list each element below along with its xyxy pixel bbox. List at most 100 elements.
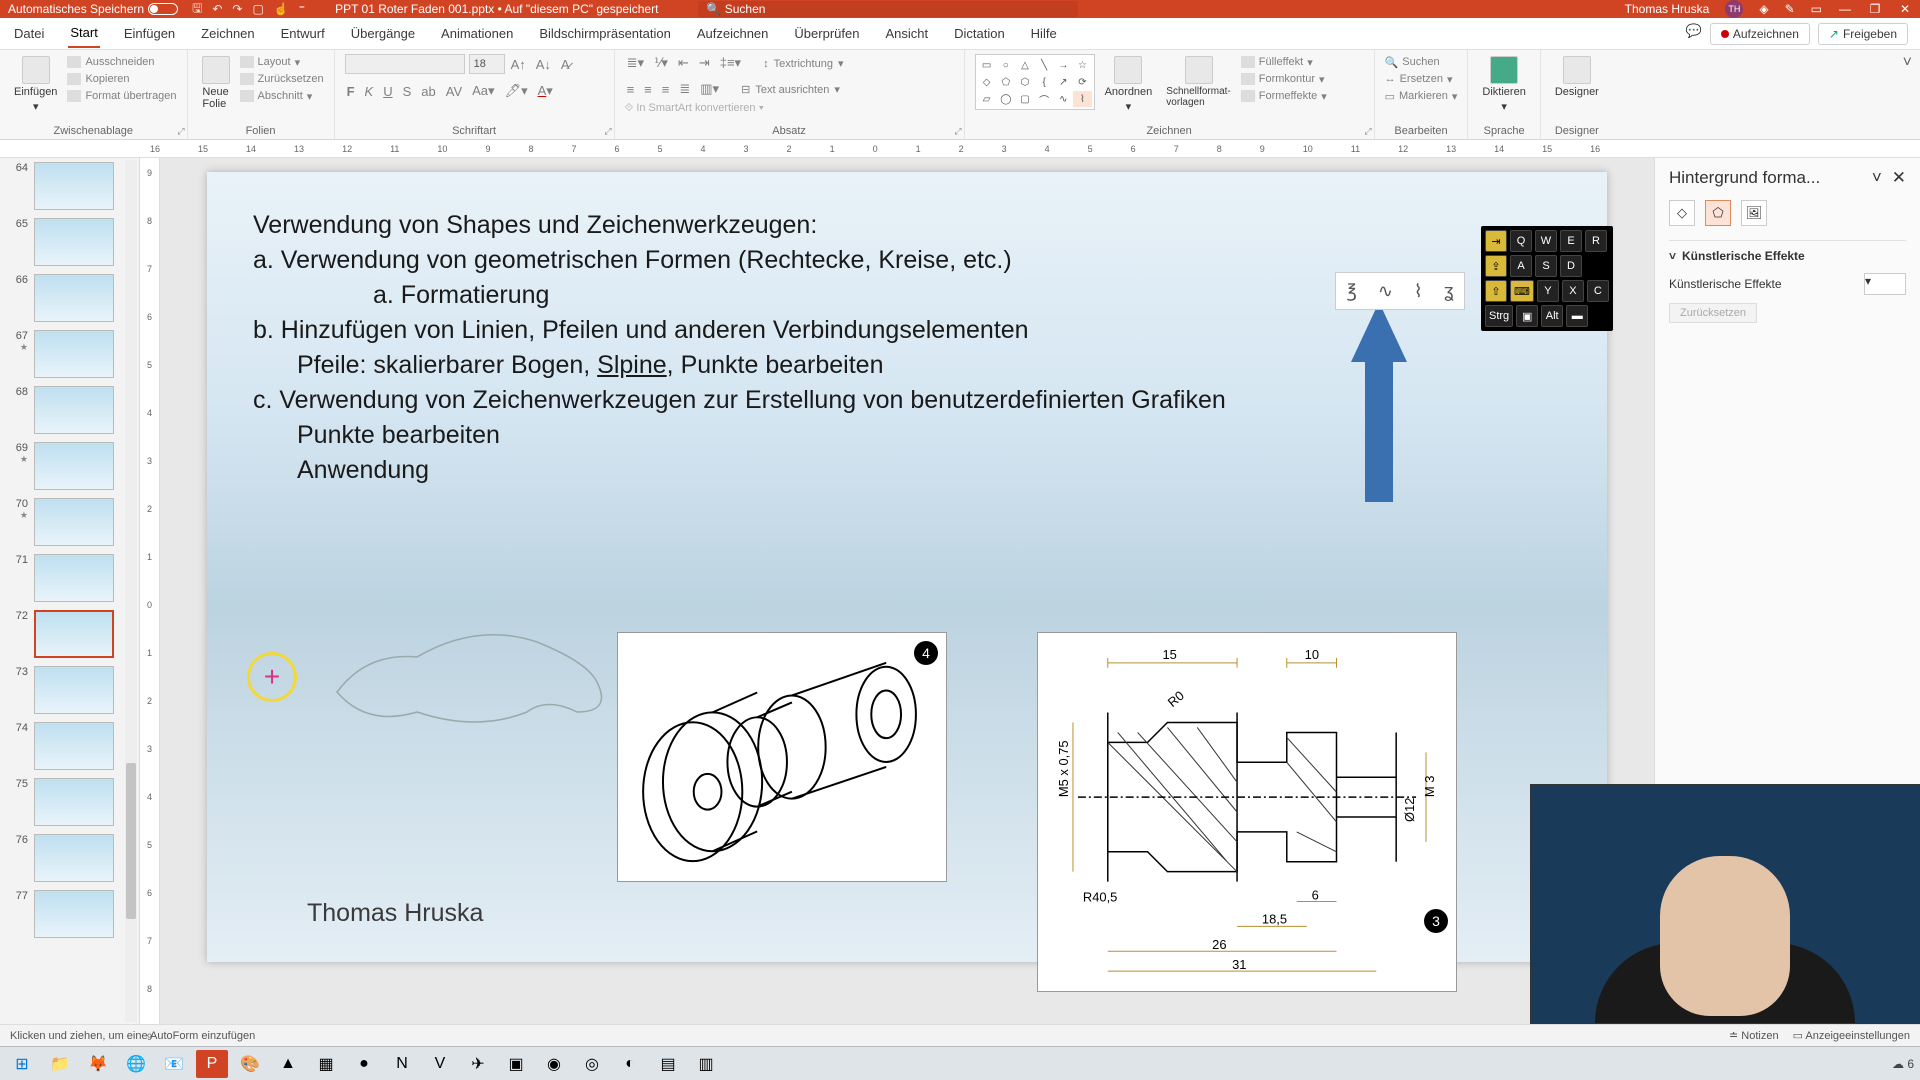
document-name[interactable]: PPT 01 Roter Faden 001.pptx • Auf "diese… xyxy=(335,2,658,16)
font-color-icon[interactable]: A▾ xyxy=(536,82,555,100)
thumbnail-73[interactable]: 73 xyxy=(10,666,129,714)
tab-zeichnen[interactable]: Zeichnen xyxy=(199,20,256,47)
comments-icon[interactable]: 💬 xyxy=(1686,23,1702,45)
collapse-ribbon-icon[interactable]: ˅ xyxy=(1895,50,1920,139)
new-slide-button[interactable]: Neue Folie xyxy=(198,54,234,112)
telegram-icon[interactable]: ✈ xyxy=(462,1050,494,1078)
thumbnail-66[interactable]: 66 xyxy=(10,274,129,322)
window-ribbon-icon[interactable]: ▭ xyxy=(1811,2,1822,16)
thumbnail-70[interactable]: 70★ xyxy=(10,498,129,546)
app-icon[interactable]: 🎨 xyxy=(234,1050,266,1078)
explorer-icon[interactable]: 📁 xyxy=(44,1050,76,1078)
replace-button[interactable]: ↔ Ersetzen ▾ xyxy=(1385,71,1458,87)
start-button[interactable]: ⊞ xyxy=(6,1050,38,1078)
slide-canvas[interactable]: Verwendung von Shapes und Zeichenwerkzeu… xyxy=(160,158,1654,1024)
undo-icon[interactable]: ↶ xyxy=(212,2,222,16)
app-icon[interactable]: ▣ xyxy=(500,1050,532,1078)
clear-format-icon[interactable]: A̷ xyxy=(559,56,572,73)
close-button[interactable]: ✕ xyxy=(1898,2,1912,16)
app-icon[interactable]: ◎ xyxy=(576,1050,608,1078)
shrink-font-icon[interactable]: A↓ xyxy=(534,56,553,73)
tab-aufzeichnen[interactable]: Aufzeichnen xyxy=(695,20,771,47)
app-icon[interactable]: ▦ xyxy=(310,1050,342,1078)
thumbnail-69[interactable]: 69★ xyxy=(10,442,129,490)
tab-ueberpruefen[interactable]: Überprüfen xyxy=(792,20,861,47)
clipboard-launcher[interactable]: ⤢ xyxy=(177,126,184,137)
thumbnail-77[interactable]: 77 xyxy=(10,890,129,938)
thumbnail-65[interactable]: 65 xyxy=(10,218,129,266)
fill-button[interactable]: Fülleffekt ▾ xyxy=(1241,54,1327,70)
user-name[interactable]: Thomas Hruska xyxy=(1625,2,1710,16)
bullets-icon[interactable]: ≣▾ xyxy=(625,54,646,72)
weather-icon[interactable]: ☁ 6 xyxy=(1892,1057,1914,1071)
text-direction-button[interactable]: ↕ Textrichtung ▾ xyxy=(761,56,845,71)
spacing-icon[interactable]: AV xyxy=(444,83,464,100)
taskbar[interactable]: ⊞ 📁 🦊 🌐 📧 P 🎨 ▲ ▦ ● N V ✈ ▣ ◉ ◎ ◐ ▤ ▥ ☁ … xyxy=(0,1046,1920,1080)
font-launcher[interactable]: ⤢ xyxy=(604,126,611,137)
obs-icon[interactable]: ◉ xyxy=(538,1050,570,1078)
fill-tab-icon[interactable]: ◇ xyxy=(1669,200,1695,226)
app-icon[interactable]: ● xyxy=(348,1050,380,1078)
panel-close-icon[interactable]: ✕ xyxy=(1892,168,1906,187)
thumbnail-72[interactable]: 72 xyxy=(10,610,129,658)
redo-icon[interactable]: ↷ xyxy=(232,2,242,16)
search-box[interactable]: 🔍 Suchen xyxy=(698,1,1078,17)
align-left-icon[interactable]: ≡ xyxy=(625,81,637,98)
notes-button[interactable]: ≐ Notizen xyxy=(1729,1029,1779,1042)
chrome-icon[interactable]: 🌐 xyxy=(120,1050,152,1078)
tab-einfuegen[interactable]: Einfügen xyxy=(122,20,177,47)
italic-icon[interactable]: K xyxy=(363,83,376,100)
share-button[interactable]: ↗Freigeben xyxy=(1818,23,1908,45)
maximize-button[interactable]: ❐ xyxy=(1868,2,1882,16)
highlight-icon[interactable]: 🖊▾ xyxy=(503,82,530,100)
app-icon[interactable]: ◐ xyxy=(614,1050,646,1078)
tab-hilfe[interactable]: Hilfe xyxy=(1029,20,1059,47)
shadow-icon[interactable]: ab xyxy=(419,83,437,100)
section-artistic-effects[interactable]: ˅ Künstlerische Effekte xyxy=(1669,249,1906,263)
avatar[interactable]: TH xyxy=(1725,0,1743,18)
align-right-icon[interactable]: ≡ xyxy=(660,81,672,98)
thumbnail-71[interactable]: 71 xyxy=(10,554,129,602)
outlook-icon[interactable]: 📧 xyxy=(158,1050,190,1078)
thumbnail-76[interactable]: 76 xyxy=(10,834,129,882)
display-settings-button[interactable]: ▭ Anzeigeeinstellungen xyxy=(1793,1029,1910,1042)
effects-tab-icon[interactable]: ⬠ xyxy=(1705,200,1731,226)
dictate-button[interactable]: Diktieren▾ xyxy=(1478,54,1529,115)
columns-icon[interactable]: ▥▾ xyxy=(698,80,721,98)
thumbnail-68[interactable]: 68 xyxy=(10,386,129,434)
indent-icon[interactable]: ⇥ xyxy=(697,54,712,72)
app-icon[interactable]: ▤ xyxy=(652,1050,684,1078)
designer-button[interactable]: Designer xyxy=(1551,54,1603,100)
outdent-icon[interactable]: ⇤ xyxy=(676,54,691,72)
shapes-gallery[interactable]: ▭○△╲→☆ ◇⬠⬡{↗⟳ ▱◯▢⌒∿⌇ xyxy=(975,54,1095,110)
grow-font-icon[interactable]: A↑ xyxy=(509,56,528,73)
tab-ansicht[interactable]: Ansicht xyxy=(883,20,930,47)
tab-bildschirmpraesentation[interactable]: Bildschirmpräsentation xyxy=(537,20,673,47)
tab-dictation[interactable]: Dictation xyxy=(952,20,1007,47)
outline-button[interactable]: Formkontur ▾ xyxy=(1241,71,1327,87)
thumbnail-67[interactable]: 67★ xyxy=(10,330,129,378)
touch-icon[interactable]: ☝ xyxy=(274,2,289,16)
arrange-button[interactable]: Anordnen▾ xyxy=(1101,54,1157,115)
vscode-icon[interactable]: V xyxy=(424,1050,456,1078)
paragraph-launcher[interactable]: ⤢ xyxy=(954,126,961,137)
select-button[interactable]: ▭ Markieren ▾ xyxy=(1385,88,1458,104)
tab-entwurf[interactable]: Entwurf xyxy=(279,20,327,47)
align-center-icon[interactable]: ≡ xyxy=(642,81,654,98)
tab-datei[interactable]: Datei xyxy=(12,20,46,47)
font-name-input[interactable] xyxy=(345,54,465,74)
tab-start[interactable]: Start xyxy=(68,19,99,48)
autosave-toggle[interactable]: Automatisches Speichern xyxy=(8,2,178,16)
firefox-icon[interactable]: 🦊 xyxy=(82,1050,114,1078)
justify-icon[interactable]: ≣ xyxy=(677,80,692,98)
quickstyles-button[interactable]: Schnellformat- vorlagen xyxy=(1162,54,1234,110)
numbering-icon[interactable]: ⅟▾ xyxy=(652,54,670,72)
layout-button[interactable]: Layout ▾ xyxy=(240,54,324,70)
drawing-launcher[interactable]: ⤢ xyxy=(1364,126,1371,137)
thumbnail-64[interactable]: 64 xyxy=(10,162,129,210)
tab-uebergaenge[interactable]: Übergänge xyxy=(349,20,417,47)
minimize-button[interactable]: — xyxy=(1838,2,1852,16)
tab-animationen[interactable]: Animationen xyxy=(439,20,515,47)
artistic-effects-combo[interactable]: ▾ xyxy=(1864,273,1906,295)
qat-more-icon[interactable]: ⁼ xyxy=(299,2,305,16)
